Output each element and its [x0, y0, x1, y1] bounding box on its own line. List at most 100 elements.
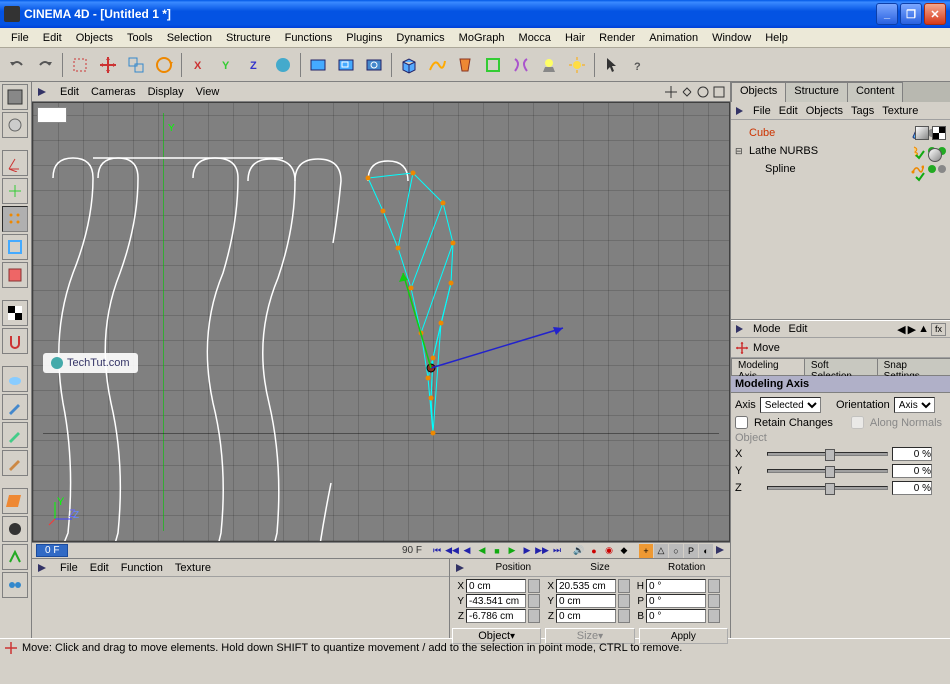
sound-icon[interactable]: 🔊 — [572, 544, 586, 558]
coord-system[interactable] — [270, 52, 296, 78]
bevel-tool[interactable] — [2, 488, 28, 514]
menu-file[interactable]: File — [4, 30, 36, 46]
attr-back-icon[interactable]: ◀ — [897, 323, 905, 336]
tab-objects[interactable]: Objects — [731, 82, 786, 102]
viewport-menu-cameras[interactable]: Cameras — [91, 86, 136, 98]
menu-mograph[interactable]: MoGraph — [452, 30, 512, 46]
size-x-spinner[interactable] — [618, 579, 630, 593]
add-deformer[interactable] — [508, 52, 534, 78]
tree-label-lathe[interactable]: Lathe NURBS — [749, 145, 906, 157]
coord-header-rotation[interactable]: Rotation — [643, 562, 730, 573]
record-icon[interactable]: ● — [587, 544, 601, 558]
menu-tools[interactable]: Tools — [120, 30, 160, 46]
axis-select[interactable]: Selected — [760, 397, 821, 413]
rot-p-input[interactable] — [646, 594, 706, 608]
material-menu-file[interactable]: File — [60, 562, 78, 574]
pos-z-input[interactable] — [466, 609, 526, 623]
z-slider[interactable] — [767, 486, 888, 490]
obj-menu-file[interactable]: File — [753, 105, 771, 117]
size-z-input[interactable] — [556, 609, 616, 623]
axis-spinner[interactable] — [825, 397, 832, 413]
material-nav-icon[interactable] — [36, 562, 48, 574]
attr-nav-icon[interactable] — [735, 324, 745, 334]
key-scale-icon[interactable]: △ — [654, 544, 668, 558]
stop-icon[interactable]: ■ — [490, 544, 504, 558]
menu-help[interactable]: Help — [758, 30, 795, 46]
help-tool[interactable]: ? — [627, 52, 653, 78]
viewport-nav-icon[interactable] — [36, 86, 48, 98]
next-frame-icon[interactable]: ▶ — [520, 544, 534, 558]
axis-tool-2[interactable] — [2, 178, 28, 204]
timeline-nav-icon[interactable] — [714, 544, 726, 556]
prev-frame-icon[interactable]: ◀ — [460, 544, 474, 558]
size-z-spinner[interactable] — [618, 609, 630, 623]
maximize-viewport-icon[interactable] — [712, 85, 726, 99]
point-mode[interactable] — [2, 206, 28, 232]
obj-menu-texture[interactable]: Texture — [882, 105, 918, 117]
render-view[interactable] — [305, 52, 331, 78]
attr-menu-mode[interactable]: Mode — [753, 323, 781, 335]
phong-tag-icon[interactable] — [915, 126, 929, 140]
add-primitive[interactable] — [480, 52, 506, 78]
poly-mode[interactable] — [2, 262, 28, 288]
size-y-spinner[interactable] — [618, 594, 630, 608]
menu-structure[interactable]: Structure — [219, 30, 278, 46]
size-y-input[interactable] — [556, 594, 616, 608]
add-spline[interactable] — [424, 52, 450, 78]
next-key-icon[interactable]: ▶▶ — [535, 544, 549, 558]
extrude-tool[interactable] — [2, 544, 28, 570]
menu-mocca[interactable]: Mocca — [512, 30, 558, 46]
obj-menu-objects[interactable]: Objects — [806, 105, 843, 117]
y-slider[interactable] — [767, 469, 888, 473]
autokey-icon[interactable]: ◉ — [602, 544, 616, 558]
viewport-menu-display[interactable]: Display — [148, 86, 184, 98]
z-pct-spinner[interactable] — [936, 481, 946, 495]
checker-tool[interactable] — [2, 300, 28, 326]
viewport-3d[interactable]: Y — [32, 102, 730, 542]
pointer-tool[interactable] — [599, 52, 625, 78]
goto-start-icon[interactable]: ⏮ — [430, 544, 444, 558]
axis-tool[interactable] — [2, 150, 28, 176]
edge-mode[interactable] — [2, 234, 28, 260]
undo-button[interactable] — [4, 52, 30, 78]
render-settings[interactable] — [361, 52, 387, 78]
add-nurbs[interactable] — [452, 52, 478, 78]
retain-checkbox[interactable] — [735, 416, 748, 429]
pos-y-input[interactable] — [466, 594, 526, 608]
phong-tag-icon-2[interactable] — [928, 148, 942, 162]
rot-h-spinner[interactable] — [708, 579, 720, 593]
zoom-icon[interactable] — [680, 85, 694, 99]
y-percent-input[interactable] — [892, 464, 932, 478]
obj-menu-edit[interactable]: Edit — [779, 105, 798, 117]
menu-objects[interactable]: Objects — [69, 30, 120, 46]
select-tool[interactable] — [67, 52, 93, 78]
pos-y-spinner[interactable] — [528, 594, 540, 608]
rot-b-spinner[interactable] — [708, 609, 720, 623]
x-slider[interactable] — [767, 452, 888, 456]
brush-2[interactable] — [2, 422, 28, 448]
x-pct-spinner[interactable] — [936, 447, 946, 461]
menu-edit[interactable]: Edit — [36, 30, 69, 46]
minimize-button[interactable]: _ — [876, 3, 898, 25]
prev-key-icon[interactable]: ◀◀ — [445, 544, 459, 558]
pos-x-input[interactable] — [466, 579, 526, 593]
redo-button[interactable] — [32, 52, 58, 78]
key-pla-icon[interactable]: ◐ — [699, 544, 713, 558]
menu-selection[interactable]: Selection — [160, 30, 219, 46]
add-cube[interactable] — [396, 52, 422, 78]
tree-label-spline[interactable]: Spline — [765, 163, 906, 175]
snap-tool[interactable] — [2, 328, 28, 354]
attr-up-icon[interactable]: ▲ — [918, 323, 929, 336]
expander-lathe[interactable]: ⊟ — [735, 146, 745, 157]
goto-end-icon[interactable]: ⏭ — [550, 544, 564, 558]
weld-tool[interactable] — [2, 572, 28, 598]
attr-fwd-icon[interactable]: ▶ — [908, 323, 916, 336]
scale-tool[interactable] — [123, 52, 149, 78]
maximize-button[interactable]: ❐ — [900, 3, 922, 25]
tab-structure[interactable]: Structure — [785, 82, 848, 102]
pos-x-spinner[interactable] — [528, 579, 540, 593]
play-back-icon[interactable]: ◀ — [475, 544, 489, 558]
tab-content[interactable]: Content — [847, 82, 904, 102]
key-rot-icon[interactable]: ○ — [669, 544, 683, 558]
obj-nav-icon[interactable] — [735, 106, 745, 116]
